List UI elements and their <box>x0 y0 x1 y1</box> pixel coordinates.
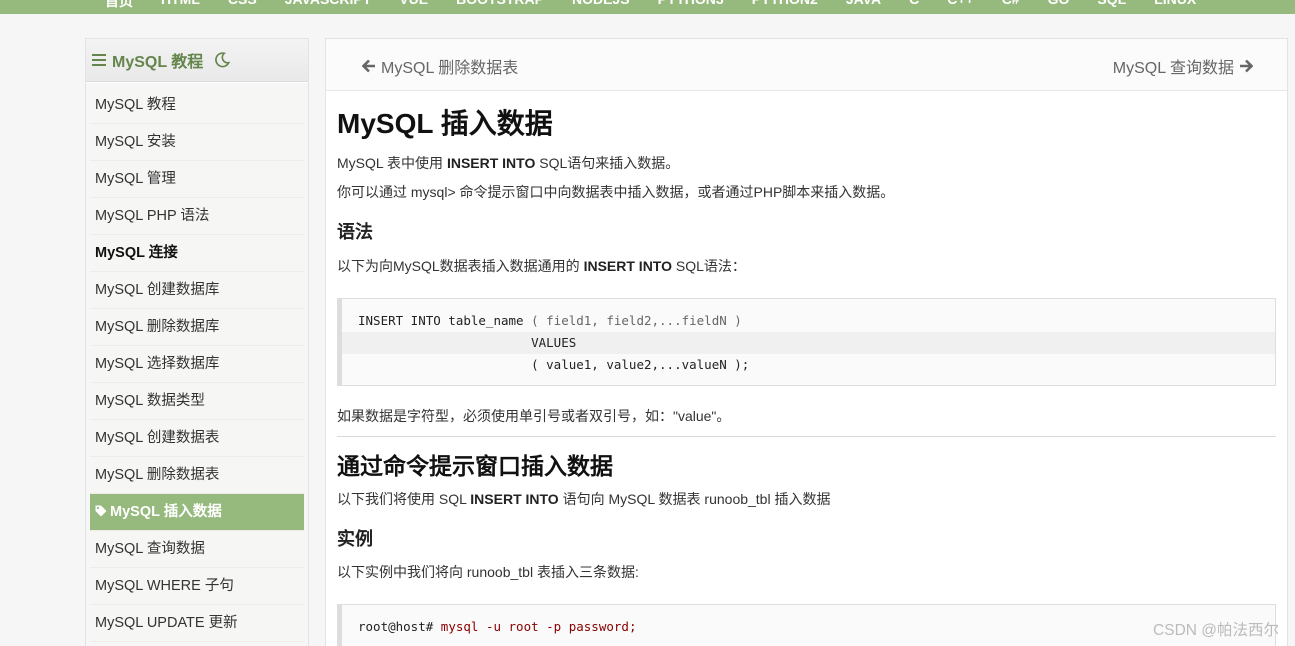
prev-page-label: MySQL 删除数据表 <box>381 60 519 77</box>
command-description: 以下我们将使用 SQL INSERT INTO 语句向 MySQL 数据表 ru… <box>337 491 831 507</box>
code-line: INSERT INTO table_name ( field1, field2,… <box>358 313 742 328</box>
page-title: MySQL 插入数据 <box>337 108 553 139</box>
article: MySQL 插入数据 MySQL 表中使用 INSERT INTO SQL语句来… <box>326 105 1287 646</box>
section-heading-command-prompt: 通过命令提示窗口插入数据 <box>337 453 613 479</box>
top-nav-item[interactable]: LINUX <box>1154 0 1196 11</box>
sidebar-item-mysql-tutorial[interactable]: MySQL 教程 <box>90 87 304 124</box>
top-nav-item[interactable]: 首页 <box>105 0 133 11</box>
sidebar-item-select-database[interactable]: MySQL 选择数据库 <box>90 346 304 383</box>
sidebar-item-admin[interactable]: MySQL 管理 <box>90 161 304 198</box>
top-nav-item[interactable]: VUE <box>399 0 428 11</box>
syntax-description: 以下为向MySQL数据表插入数据通用的 INSERT INTO SQL语法： <box>337 258 746 274</box>
top-nav-item[interactable]: JAVASCRIPT <box>285 0 372 11</box>
example-heading: 实例 <box>337 529 373 549</box>
top-nav-item[interactable]: BOOTSTRAP <box>456 0 544 11</box>
example-description: 以下实例中我们将向 runoob_tbl 表插入三条数据: <box>337 564 639 580</box>
note-paragraph: 如果数据是字符型，必须使用单引号或者双引号，如："value"。 <box>337 408 731 424</box>
arrow-left-icon <box>362 59 375 73</box>
next-page-label: MySQL 查询数据 <box>1112 60 1234 77</box>
top-nav-item[interactable]: C++ <box>947 0 973 11</box>
next-page-link[interactable]: MySQL 查询数据 <box>1113 54 1253 78</box>
sidebar-item-drop-database[interactable]: MySQL 删除数据库 <box>90 309 304 346</box>
syntax-heading: 语法 <box>337 222 373 242</box>
top-nav-item[interactable]: PYTHON3 <box>658 0 724 11</box>
top-nav-item[interactable]: C <box>909 0 919 11</box>
sidebar-item-php-syntax[interactable]: MySQL PHP 语法 <box>90 198 304 235</box>
top-nav-item[interactable]: JAVA <box>846 0 881 11</box>
top-nav-item[interactable]: NODEJS <box>572 0 630 11</box>
sidebar-list: MySQL 教程 MySQL 安装 MySQL 管理 MySQL PHP 语法 … <box>86 83 308 646</box>
intro-paragraph-2: 你可以通过 mysql> 命令提示窗口中向数据表中插入数据，或者通过PHP脚本来… <box>337 184 895 200</box>
watermark: CSDN @帕法西尔 <box>1153 622 1279 639</box>
sidebar: MySQL 教程 MySQL 教程 MySQL 安装 MySQL 管理 MySQ… <box>85 38 309 646</box>
code-line: ( value1, value2,...valueN ); <box>358 357 750 372</box>
divider <box>337 436 1276 437</box>
top-nav-items: 首页 HTML CSS JAVASCRIPT VUE BOOTSTRAP NODEJS PYT… <box>105 0 1196 11</box>
sidebar-item-connect[interactable]: MySQL 连接 <box>90 235 304 272</box>
sidebar-item-insert-data[interactable]: MySQL 插入数据 <box>90 494 304 531</box>
sidebar-item-create-database[interactable]: MySQL 创建数据库 <box>90 272 304 309</box>
sidebar-item-drop-table[interactable]: MySQL 删除数据表 <box>90 457 304 494</box>
sidebar-item-update[interactable]: MySQL UPDATE 更新 <box>90 605 304 642</box>
top-nav-item[interactable]: SQL <box>1097 0 1126 11</box>
top-nav-item[interactable]: PYTHON2 <box>752 0 818 11</box>
intro-paragraph-1: MySQL 表中使用 INSERT INTO SQL语句来插入数据。 <box>337 155 680 171</box>
sidebar-item-where-clause[interactable]: MySQL WHERE 子句 <box>90 568 304 605</box>
top-nav-item[interactable]: CSS <box>228 0 257 11</box>
code-line: root@host# mysql -u root -p password; <box>358 619 637 634</box>
top-nav-item[interactable]: C# <box>1002 0 1020 11</box>
code-line: VALUES <box>342 332 1275 354</box>
tag-icon <box>95 505 107 517</box>
main-content: MySQL 删除数据表 MySQL 查询数据 MySQL 插入数据 MySQL … <box>325 38 1288 646</box>
sidebar-item-label: MySQL 插入数据 <box>110 504 222 520</box>
top-nav-item[interactable]: GO <box>1048 0 1070 11</box>
prev-page-link[interactable]: MySQL 删除数据表 <box>362 54 518 78</box>
sidebar-title: MySQL 教程 <box>112 54 204 71</box>
sidebar-item-install[interactable]: MySQL 安装 <box>90 124 304 161</box>
sidebar-item-data-types[interactable]: MySQL 数据类型 <box>90 383 304 420</box>
example-code-block: root@host# mysql -u root -p password; <box>337 604 1276 646</box>
list-icon <box>92 54 106 66</box>
sidebar-item-create-table[interactable]: MySQL 创建数据表 <box>90 420 304 457</box>
page-navigation: MySQL 删除数据表 MySQL 查询数据 <box>326 39 1287 91</box>
syntax-code-block: INSERT INTO table_name ( field1, field2,… <box>337 298 1276 386</box>
top-nav-item[interactable]: HTML <box>161 0 200 11</box>
top-navigation: 首页 HTML CSS JAVASCRIPT VUE BOOTSTRAP NODEJS PYT… <box>0 0 1295 14</box>
arrow-right-icon <box>1240 59 1253 73</box>
sidebar-header: MySQL 教程 <box>86 39 308 82</box>
sidebar-item-select-data[interactable]: MySQL 查询数据 <box>90 531 304 568</box>
moon-icon[interactable] <box>213 51 231 69</box>
